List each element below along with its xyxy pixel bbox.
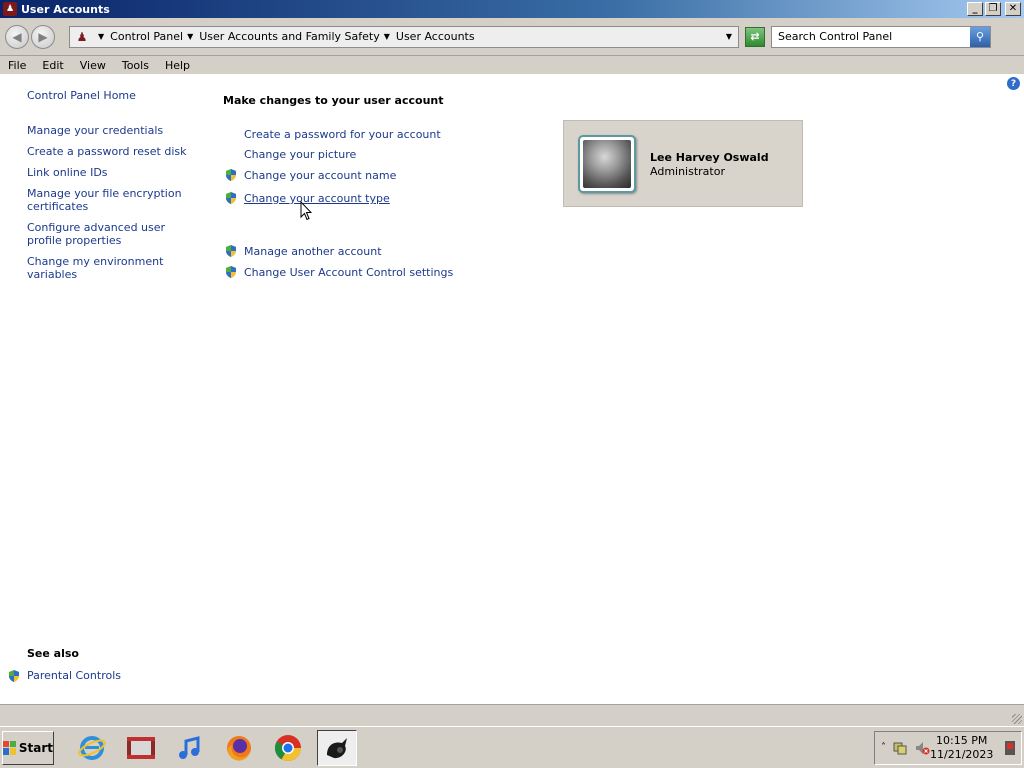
search-box: ⚲ [771,25,991,48]
taskbar: Start ˄ 10:15 PM 11/21/2023 [0,726,1024,768]
manage-another-account-link[interactable]: Manage another account [244,245,382,258]
clock[interactable]: 10:15 PM 11/21/2023 [930,734,993,762]
search-input[interactable] [772,30,970,43]
control-panel-icon: ♟ [76,29,88,44]
breadcrumb-user-accounts-family-safety[interactable]: User Accounts and Family Safety [199,30,379,43]
user-photo-image [583,140,631,188]
search-icon: ⚲ [975,30,985,43]
window-titlebar: ♟ User Accounts _ ❐ ✕ [0,0,1024,18]
advanced-user-profile-link[interactable]: Configure advanced user profile properti… [27,221,202,247]
address-bar[interactable]: ♟ ▼ Control Panel ▼ User Accounts and Fa… [69,25,739,48]
start-button[interactable]: Start [2,730,54,765]
manage-credentials-link[interactable]: Manage your credentials [27,124,202,137]
action-center-icon[interactable] [1003,740,1017,756]
environment-variables-link[interactable]: Change my environment variables [27,255,202,281]
status-bar [0,704,1024,726]
create-password-link[interactable]: Create a password for your account [244,128,441,141]
menu-view[interactable]: View [72,59,114,72]
menu-edit[interactable]: Edit [34,59,71,72]
winamp-icon[interactable] [317,729,357,766]
forward-arrow-icon: ▶ [38,29,48,44]
uac-shield-icon [9,670,19,682]
address-history-dropdown-icon[interactable]: ▼ [720,32,738,41]
uac-settings-link[interactable]: Change User Account Control settings [244,266,453,279]
forward-button[interactable]: ▶ [31,24,55,49]
refresh-button[interactable]: ⇄ [745,26,765,47]
uac-shield-icon [226,192,236,204]
change-account-type-link[interactable]: Change your account type [244,192,390,205]
uac-shield-icon [226,169,236,181]
breadcrumb-user-accounts[interactable]: User Accounts [396,30,475,43]
content-area: ? Control Panel Home Manage your credent… [0,74,1024,704]
file-encryption-certificates-link[interactable]: Manage your file encryption certificates [27,187,202,213]
clock-date: 11/21/2023 [930,747,994,761]
minimize-button[interactable]: _ [967,2,983,16]
back-button[interactable]: ◀ [5,24,29,49]
search-button[interactable]: ⚲ [970,26,990,47]
link-online-ids-link[interactable]: Link online IDs [27,166,202,179]
breadcrumb-control-panel[interactable]: Control Panel [110,30,183,43]
refresh-icon: ⇄ [750,30,760,43]
user-accounts-app-icon: ♟ [3,2,17,16]
windows-flag-icon [3,740,16,755]
system-tray: ˄ 10:15 PM 11/21/2023 [874,730,1022,765]
page-heading: Make changes to your user account [223,94,444,107]
breadcrumb-separator-icon[interactable]: ▼ [384,32,390,41]
show-hidden-icons-icon[interactable]: ˄ [881,740,886,756]
start-label: Start [18,740,53,755]
menu-file[interactable]: File [0,59,34,72]
media-center-icon[interactable] [121,730,161,766]
account-card: Lee Harvey Oswald Administrator [563,120,803,207]
menu-bar: File Edit View Tools Help [0,56,1024,74]
password-reset-disk-link[interactable]: Create a password reset disk [27,145,202,158]
back-arrow-icon: ◀ [12,29,22,44]
internet-explorer-icon[interactable] [72,730,112,766]
uac-shield-icon [226,245,236,257]
resize-grip-icon[interactable] [1012,714,1022,724]
firefox-icon[interactable] [219,730,259,766]
maximize-button[interactable]: ❐ [985,2,1001,16]
menu-help[interactable]: Help [157,59,198,72]
change-account-name-link[interactable]: Change your account name [244,169,396,182]
breadcrumb-separator-icon[interactable]: ▼ [187,32,193,41]
volume-muted-icon[interactable] [914,740,930,756]
menu-tools[interactable]: Tools [114,59,157,72]
control-panel-home-link[interactable]: Control Panel Home [27,89,202,102]
see-also-heading: See also [27,647,79,660]
mouse-cursor-icon [300,201,312,221]
address-toolbar: ◀ ▶ ♟ ▼ Control Panel ▼ User Accounts an… [0,18,1024,56]
help-icon[interactable]: ? [1007,77,1020,90]
uac-shield-icon [226,266,236,278]
breadcrumb-dropdown-icon[interactable]: ▼ [98,32,104,41]
itunes-icon[interactable] [170,730,210,766]
account-name: Lee Harvey Oswald [650,151,769,164]
avatar[interactable] [578,135,636,193]
parental-controls-link[interactable]: Parental Controls [27,669,202,682]
window-title: User Accounts [21,2,110,16]
clock-time: 10:15 PM [936,733,988,747]
change-picture-link[interactable]: Change your picture [244,148,356,161]
account-type: Administrator [650,165,725,178]
close-button[interactable]: ✕ [1005,2,1021,16]
network-icon[interactable] [892,740,908,756]
chrome-icon[interactable] [268,730,308,766]
